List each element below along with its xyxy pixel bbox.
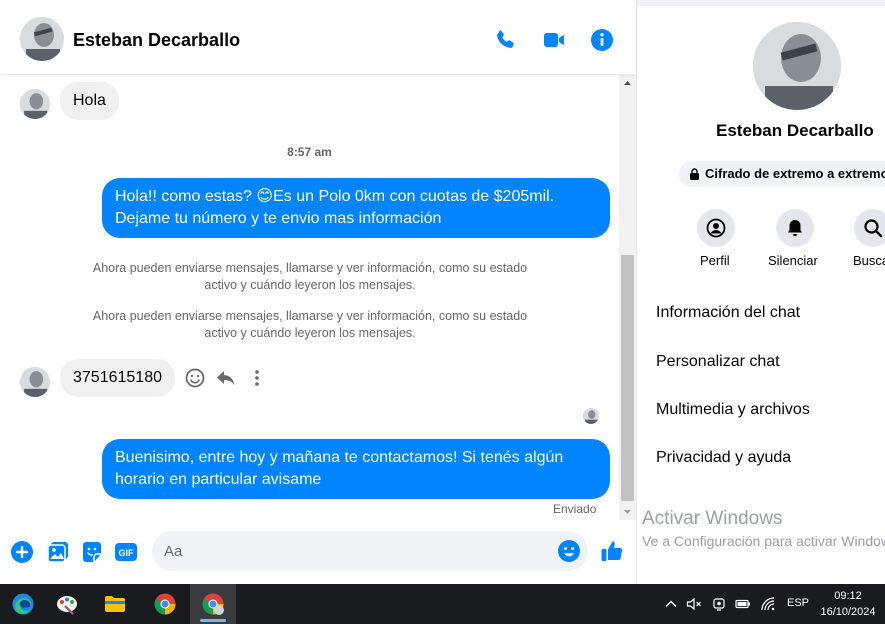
edge-browser-icon bbox=[12, 593, 34, 615]
sticker-icon[interactable] bbox=[80, 540, 104, 564]
emoji-icon[interactable] bbox=[557, 539, 581, 563]
outgoing-message[interactable]: Hola!! como estas? 😊Es un Polo 0km con c… bbox=[102, 178, 610, 238]
meet-now-icon[interactable] bbox=[711, 596, 727, 612]
taskbar-file-explorer[interactable] bbox=[92, 584, 138, 624]
svg-text:GIF: GIF bbox=[119, 548, 135, 558]
system-notice: Ahora pueden enviarse mensajes, llamarse… bbox=[92, 309, 528, 340]
like-thumb-icon[interactable] bbox=[600, 539, 624, 563]
photo-icon[interactable] bbox=[46, 540, 70, 564]
message-timestamp: 8:57 am bbox=[287, 145, 332, 159]
avatar-photo-icon bbox=[20, 17, 64, 61]
taskbar-paint[interactable] bbox=[44, 584, 90, 624]
show-hidden-icons-chevron-icon[interactable] bbox=[663, 596, 679, 612]
mute-button-label: Silenciar bbox=[768, 253, 818, 268]
profile-name: Esteban Decarballo bbox=[716, 121, 874, 140]
more-options-icon[interactable] bbox=[246, 367, 268, 389]
system-notice: Ahora pueden enviarse mensajes, llamarse… bbox=[92, 261, 528, 292]
plus-icon[interactable] bbox=[10, 540, 34, 564]
windows-taskbar: ESP 09:12 16/10/2024 bbox=[0, 584, 885, 624]
incoming-message[interactable]: Hola bbox=[60, 82, 119, 120]
incoming-message[interactable]: 3751615180 bbox=[60, 359, 175, 397]
encryption-badge[interactable]: Cifrado de extremo a extremo bbox=[679, 161, 885, 187]
taskbar-chrome-profile[interactable] bbox=[190, 584, 236, 624]
wifi-icon[interactable] bbox=[760, 596, 776, 612]
profile-panel: Esteban Decarballo Cifrado de extremo a … bbox=[637, 6, 885, 584]
info-icon[interactable] bbox=[590, 28, 614, 52]
menu-media-files[interactable]: Multimedia y archivos bbox=[656, 401, 810, 419]
react-smiley-icon[interactable] bbox=[184, 367, 206, 389]
profile-button-label: Perfil bbox=[700, 253, 730, 268]
folder-icon bbox=[105, 596, 125, 612]
active-app-indicator bbox=[200, 619, 226, 622]
chrome-profile-icon bbox=[202, 593, 224, 615]
user-circle-icon bbox=[706, 218, 726, 238]
messenger-window: Esteban Decarballo Hola 8:57 am Hola!! c… bbox=[0, 0, 885, 624]
chat-panel: Esteban Decarballo Hola 8:57 am Hola!! c… bbox=[0, 0, 637, 584]
chrome-icon bbox=[154, 593, 176, 615]
message-list: Hola 8:57 am Hola!! como estas? 😊Es un P… bbox=[0, 75, 619, 520]
search-button-label: Buscar bbox=[853, 253, 885, 268]
message-input-wrapper bbox=[152, 531, 588, 571]
search-icon bbox=[864, 219, 883, 238]
scroll-thumb[interactable] bbox=[621, 255, 634, 501]
contact-avatar[interactable] bbox=[20, 17, 64, 61]
reply-icon[interactable] bbox=[215, 367, 237, 389]
video-call-icon[interactable] bbox=[542, 28, 566, 52]
sender-avatar[interactable] bbox=[20, 89, 50, 119]
battery-icon[interactable] bbox=[735, 596, 751, 612]
scroll-up-arrow-icon[interactable] bbox=[619, 75, 636, 92]
message-composer: GIF bbox=[0, 520, 636, 584]
message-scrollbar[interactable] bbox=[619, 75, 636, 520]
menu-customize-chat[interactable]: Personalizar chat bbox=[656, 353, 780, 371]
message-input[interactable] bbox=[164, 531, 554, 571]
activate-windows-title: Activar Windows bbox=[642, 508, 783, 529]
sender-avatar[interactable] bbox=[20, 367, 50, 397]
phone-icon[interactable] bbox=[493, 28, 517, 52]
lock-icon bbox=[689, 168, 700, 180]
seen-indicator-avatar bbox=[583, 408, 599, 424]
contact-name[interactable]: Esteban Decarballo bbox=[73, 30, 240, 51]
taskbar-edge[interactable] bbox=[0, 584, 46, 624]
profile-button[interactable] bbox=[697, 209, 735, 247]
paint-palette-icon bbox=[57, 596, 77, 615]
taskbar-chrome[interactable] bbox=[142, 584, 188, 624]
gif-icon[interactable]: GIF bbox=[114, 540, 138, 564]
input-language[interactable]: ESP bbox=[787, 597, 809, 609]
sent-status: Enviado bbox=[553, 502, 597, 516]
avatar-photo-icon bbox=[753, 22, 841, 110]
menu-privacy-help[interactable]: Privacidad y ayuda bbox=[656, 449, 791, 467]
avatar-photo-icon bbox=[20, 367, 50, 397]
volume-muted-icon[interactable] bbox=[686, 596, 702, 612]
scroll-down-arrow-icon[interactable] bbox=[619, 503, 636, 520]
mute-button[interactable] bbox=[776, 209, 814, 247]
avatar-photo-icon bbox=[20, 89, 50, 119]
system-clock[interactable]: 09:12 16/10/2024 bbox=[818, 588, 878, 620]
bell-icon bbox=[788, 220, 802, 237]
chat-header: Esteban Decarballo bbox=[0, 6, 636, 74]
search-button[interactable] bbox=[854, 209, 885, 247]
profile-avatar[interactable] bbox=[753, 22, 841, 110]
menu-chat-info[interactable]: Información del chat bbox=[656, 304, 800, 322]
outgoing-message[interactable]: Buenisimo, entre hoy y mañana te contact… bbox=[102, 439, 610, 499]
activate-windows-subtitle: Ve a Configuración para activar Windows. bbox=[642, 533, 885, 549]
